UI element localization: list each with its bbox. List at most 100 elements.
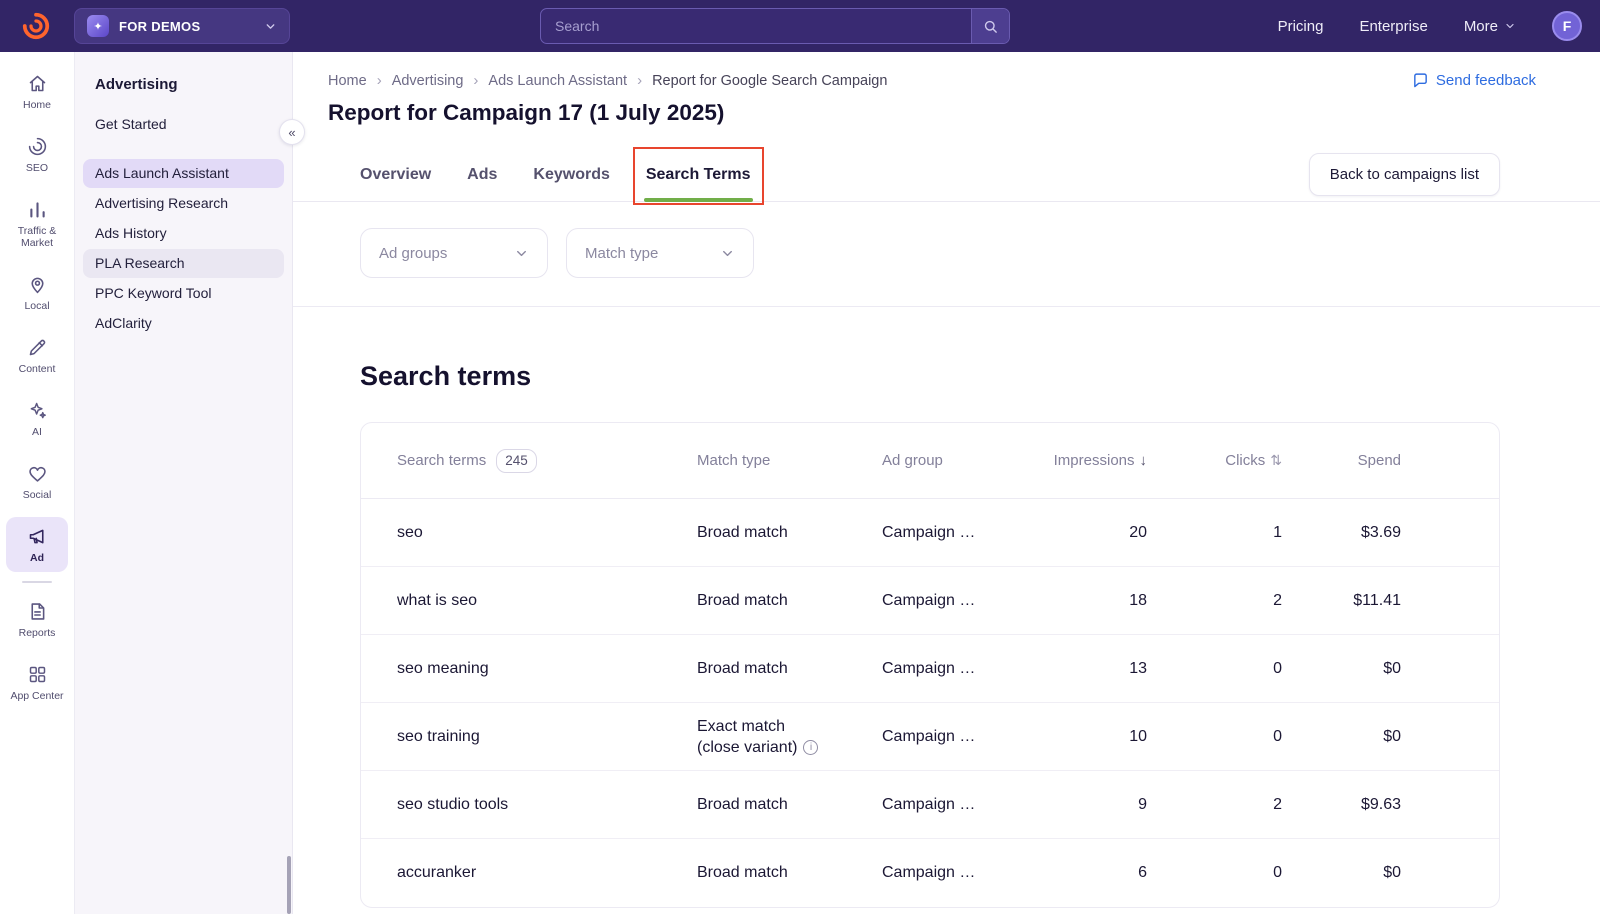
rail-divider — [22, 581, 52, 583]
breadcrumb: Home › Advertising › Ads Launch Assistan… — [328, 72, 887, 89]
table-row: accuranker Broad match Campaign … 6 0 $0 — [361, 839, 1499, 907]
document-icon — [27, 601, 48, 622]
table-row: what is seo Broad match Campaign … 18 2 … — [361, 567, 1499, 635]
ad-groups-filter[interactable]: Ad groups — [360, 228, 548, 278]
tab-overview[interactable]: Overview — [360, 148, 431, 201]
tab-label: Keywords — [533, 166, 609, 184]
brand-logo-icon[interactable] — [18, 8, 54, 44]
sidebar-collapse-button[interactable]: « — [279, 119, 305, 145]
pricing-link[interactable]: Pricing — [1278, 18, 1324, 35]
rail-item-reports[interactable]: Reports — [6, 592, 68, 647]
send-feedback-label: Send feedback — [1436, 72, 1536, 89]
search-button[interactable] — [971, 9, 1009, 43]
sidebar-item-pla-research[interactable]: PLA Research — [83, 249, 284, 278]
table-row: seo studio tools Broad match Campaign … … — [361, 771, 1499, 839]
info-icon[interactable]: i — [803, 740, 818, 755]
rail-label: Traffic & Market — [8, 225, 66, 249]
home-icon — [27, 73, 48, 94]
tab-ads[interactable]: Ads — [467, 148, 497, 201]
clicks-cell: 0 — [1147, 728, 1282, 746]
search-term-cell: seo training — [397, 728, 697, 746]
tab-label: Search Terms — [646, 166, 751, 184]
rail-label: Social — [23, 489, 52, 501]
rail-item-ad[interactable]: Ad — [6, 517, 68, 572]
tab-search-terms[interactable]: Search Terms — [646, 148, 751, 201]
rail-item-social[interactable]: Social — [6, 454, 68, 509]
rail-label: Content — [19, 363, 56, 375]
sidebar-item-ppc-keyword-tool[interactable]: PPC Keyword Tool — [83, 279, 284, 308]
tab-keywords[interactable]: Keywords — [533, 148, 609, 201]
header-match-type: Match type — [697, 452, 882, 469]
header-impressions-sort[interactable]: Impressions ↓ — [1042, 452, 1147, 469]
chevron-down-icon — [720, 246, 735, 261]
rail-label: Ad — [30, 552, 44, 564]
bar-chart-icon — [27, 199, 48, 220]
ad-group-cell: Campaign … — [882, 864, 1042, 882]
breadcrumb-separator: › — [377, 72, 382, 89]
project-selector-button[interactable]: ✦ FOR DEMOS — [74, 8, 290, 44]
ad-group-cell: Campaign … — [882, 728, 1042, 746]
more-label: More — [1464, 18, 1498, 35]
topbar: ✦ FOR DEMOS Pricing Enterprise More F — [0, 0, 1600, 52]
match-type-filter-label: Match type — [585, 245, 658, 262]
enterprise-link[interactable]: Enterprise — [1359, 18, 1427, 35]
match-type-cell: Broad match — [697, 660, 882, 678]
breadcrumb-separator: › — [473, 72, 478, 89]
active-tab-underline — [644, 198, 753, 202]
feedback-chat-icon — [1412, 72, 1429, 89]
breadcrumb-home[interactable]: Home — [328, 73, 367, 89]
sidebar-item-get-started[interactable]: Get Started — [83, 110, 284, 139]
rail-label: App Center — [10, 690, 63, 702]
grid-icon — [27, 664, 48, 685]
rail-item-seo[interactable]: SEO — [6, 127, 68, 182]
match-type-filter[interactable]: Match type — [566, 228, 754, 278]
send-feedback-link[interactable]: Send feedback — [1412, 72, 1536, 89]
rail-item-traffic-market[interactable]: Traffic & Market — [6, 190, 68, 257]
header-search-terms: Search terms 245 — [397, 449, 697, 473]
sidebar-item-advertising-research[interactable]: Advertising Research — [83, 189, 284, 218]
main-content: Home › Advertising › Ads Launch Assistan… — [293, 52, 1600, 914]
header-clicks-sort[interactable]: Clicks ⇅ — [1147, 452, 1282, 469]
sidebar-item-ads-history[interactable]: Ads History — [83, 219, 284, 248]
back-to-campaigns-button[interactable]: Back to campaigns list — [1309, 153, 1500, 196]
sidebar-item-adclarity[interactable]: AdClarity — [83, 309, 284, 338]
table-row: seo Broad match Campaign … 20 1 $3.69 — [361, 499, 1499, 567]
rail-label: Local — [24, 300, 49, 312]
match-type-cell: Exact match (close variant) i — [697, 716, 882, 758]
ad-group-cell: Campaign … — [882, 592, 1042, 610]
spend-cell: $0 — [1282, 728, 1401, 746]
seo-icon — [27, 136, 48, 157]
spend-cell: $0 — [1282, 864, 1401, 882]
ad-group-cell: Campaign … — [882, 660, 1042, 678]
search-terms-table: Search terms 245 Match type Ad group Imp… — [360, 422, 1500, 908]
filters-row: Ad groups Match type — [293, 202, 1600, 307]
breadcrumb-advertising[interactable]: Advertising — [392, 73, 464, 89]
sidebar-scrollbar-thumb[interactable] — [287, 856, 291, 914]
report-tabs: Overview Ads Keywords Search Terms Back … — [293, 148, 1600, 202]
clicks-cell: 2 — [1147, 796, 1282, 814]
rail-item-content[interactable]: Content — [6, 328, 68, 383]
header-ad-group: Ad group — [882, 452, 1042, 469]
sidebar-item-ads-launch-assistant[interactable]: Ads Launch Assistant — [83, 159, 284, 188]
pencil-icon — [27, 337, 48, 358]
rail-item-ai[interactable]: AI — [6, 391, 68, 446]
header-impressions-label: Impressions — [1054, 452, 1135, 469]
more-menu[interactable]: More — [1464, 18, 1516, 35]
table-row: seo training Exact match (close variant)… — [361, 703, 1499, 771]
project-avatar-icon: ✦ — [87, 15, 109, 37]
search-term-cell: seo meaning — [397, 660, 697, 678]
search-term-cell: what is seo — [397, 592, 697, 610]
chevron-down-icon — [514, 246, 529, 261]
breadcrumb-separator: › — [637, 72, 642, 89]
rail-item-local[interactable]: Local — [6, 265, 68, 320]
sidebar-title: Advertising — [75, 70, 292, 109]
user-avatar[interactable]: F — [1552, 11, 1582, 41]
rail-item-home[interactable]: Home — [6, 64, 68, 119]
rail-item-app-center[interactable]: App Center — [6, 655, 68, 710]
search-input[interactable] — [541, 9, 971, 43]
impressions-cell: 13 — [1042, 660, 1147, 678]
sort-toggle-icon: ⇅ — [1270, 452, 1282, 469]
sort-desc-icon: ↓ — [1140, 452, 1148, 469]
topbar-nav: Pricing Enterprise More F — [1278, 11, 1582, 41]
breadcrumb-ads-launch-assistant[interactable]: Ads Launch Assistant — [488, 73, 627, 89]
